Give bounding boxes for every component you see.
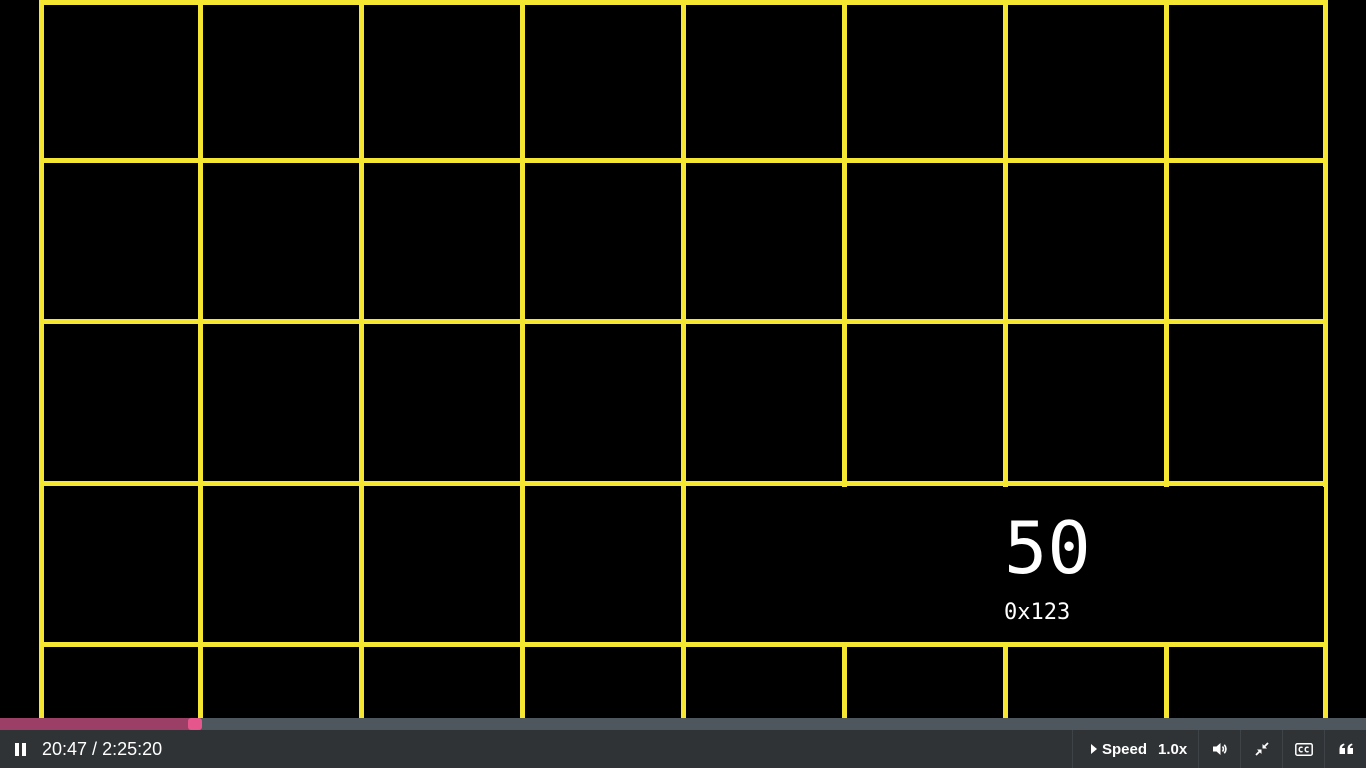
grid-line	[39, 481, 1328, 486]
transcript-button[interactable]	[1324, 730, 1366, 768]
player-control-bar: 20:47 / 2:25:20 Speed 1.0x	[0, 730, 1366, 768]
exit-fullscreen-icon	[1255, 742, 1269, 756]
highlighted-memory-cell: 50 0x123	[686, 487, 1324, 642]
grid-line	[39, 0, 44, 718]
closed-captions-icon	[1295, 742, 1313, 756]
time-display: 20:47 / 2:25:20	[42, 738, 162, 760]
time-separator: /	[87, 739, 103, 759]
progress-played	[0, 718, 195, 730]
pause-icon	[13, 742, 27, 756]
volume-icon	[1213, 743, 1227, 755]
speed-value: 1.0x	[1158, 740, 1188, 758]
progress-bar[interactable]	[0, 718, 1366, 730]
speed-label: Speed	[1102, 740, 1148, 758]
progress-scrubber-handle[interactable]	[188, 718, 202, 730]
grid-line	[198, 0, 203, 718]
volume-button[interactable]	[1198, 730, 1241, 768]
exit-fullscreen-button[interactable]	[1240, 730, 1283, 768]
speed-button[interactable]: Speed 1.0x	[1072, 730, 1199, 768]
grid-line	[359, 0, 364, 718]
video-frame[interactable]: 50 0x123	[0, 0, 1366, 718]
grid-line	[520, 0, 525, 718]
pause-button[interactable]	[0, 730, 40, 768]
closed-captions-button[interactable]	[1282, 730, 1325, 768]
quote-icon	[1339, 743, 1353, 754]
current-time: 20:47	[42, 739, 88, 759]
grid-line	[39, 0, 1328, 5]
duration: 2:25:20	[102, 739, 163, 759]
grid-line	[39, 158, 1328, 163]
grid-line	[39, 319, 1328, 324]
grid-line	[39, 642, 1328, 647]
triangle-right-icon	[1091, 744, 1097, 754]
